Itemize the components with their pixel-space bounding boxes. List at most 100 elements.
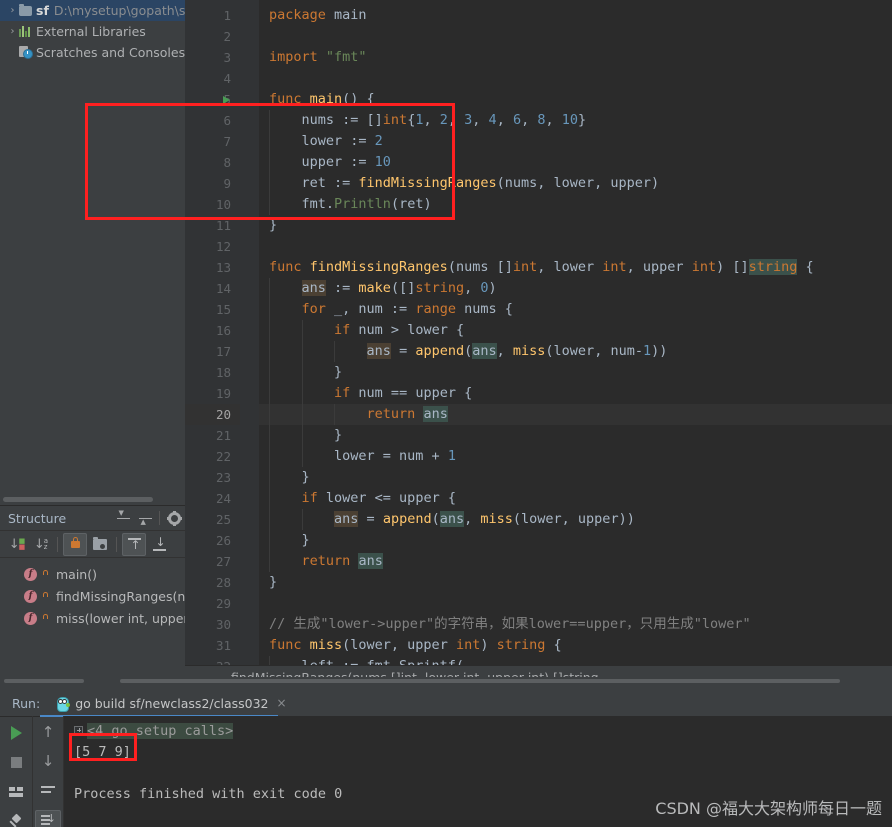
code-line[interactable]: func miss(lower, upper int) string { [259,635,892,656]
structure-horizontal-scrollbar[interactable] [4,679,84,683]
code-line[interactable]: nums := []int{1, 2, 3, 4, 6, 8, 10} [259,110,892,131]
code-line[interactable]: // 生成"lower->upper"的字符串，如果lower==upper，只… [259,614,892,635]
console-horizontal-scrollbar[interactable] [120,679,840,683]
show-non-public-icon[interactable] [63,532,87,556]
code-token: make [358,280,391,296]
show-anonymous-icon[interactable] [148,534,170,555]
editor-code-area[interactable]: package main import "fmt" func main() { nu… [259,0,892,665]
code-token: func [269,637,310,653]
sort-alphabetically-icon[interactable]: ↓ a z [30,534,52,555]
sort-by-visibility-icon[interactable]: ↓ ■ ■ [6,534,28,555]
expand-frames-icon[interactable] [74,725,83,735]
run-tab[interactable]: go build sf/newclass2/class032 × [50,691,292,716]
code-token: num > lower { [350,322,465,338]
code-line[interactable]: } [259,530,892,551]
chevron-right-icon[interactable]: › [6,26,19,37]
code-token: if [334,322,351,338]
code-line[interactable]: if num == upper { [259,383,892,404]
collapse-all-icon[interactable] [134,507,156,529]
editor-fold-strip[interactable] [240,0,309,665]
code-line[interactable]: } [259,572,892,593]
code-line[interactable] [259,68,892,89]
code-line[interactable] [259,26,892,47]
expand-all-icon[interactable] [112,507,134,529]
structure-item-main[interactable]: f main() [0,563,185,585]
code-token: lower := [269,133,375,149]
layout-icon[interactable] [4,782,28,804]
tree-item-project-root[interactable]: › sf D:\mysetup\gopath\s [0,0,185,21]
code-token: return [366,406,416,422]
code-token: ans [358,553,383,569]
line-number: 20 [215,407,231,422]
project-tree-horizontal-scrollbar[interactable] [3,497,153,502]
code-line[interactable]: } [259,425,892,446]
code-line[interactable]: func findMissingRanges(nums []int, lower… [259,257,892,278]
code-token: (lower, upper [342,637,456,653]
code-line[interactable] [259,593,892,614]
code-line[interactable]: left := fmt.Sprintf( [259,656,892,665]
pin-tab-icon[interactable] [4,811,28,827]
run-tab-bar: Run: go build sf/newclass2/class032 × [0,690,892,717]
structure-list: f main() f findMissingRanges(n f miss(lo… [0,558,185,629]
console-collapsed-frames-line[interactable]: <4 go setup calls> [74,721,892,742]
structure-item-miss[interactable]: f miss(lower int, upper [0,607,185,629]
code-line[interactable]: func main() { [259,89,892,110]
code-line[interactable]: ret := findMissingRanges(nums, lower, up… [259,173,892,194]
code-token: "fmt" [325,49,367,65]
code-token: ans [301,280,326,296]
code-token: string [496,637,546,653]
code-line[interactable]: fmt.Println(ret) [259,194,892,215]
code-line[interactable]: import "fmt" [259,47,892,68]
code-line[interactable]: if lower <= upper { [259,488,892,509]
code-token: { [797,259,814,275]
stop-icon[interactable] [4,752,28,774]
code-token: range [415,301,456,317]
scroll-to-end-icon[interactable] [35,809,61,827]
structure-item-findmissingranges[interactable]: f findMissingRanges(n [0,585,185,607]
code-token: nums := [] [269,112,383,128]
code-line[interactable]: } [259,215,892,236]
function-icon: f [24,589,37,603]
code-token: )) [651,343,668,359]
code-line[interactable] [259,236,892,257]
code-line[interactable]: return ans [259,551,892,572]
function-icon: f [24,611,37,625]
code-line[interactable]: lower = num + 1 [259,446,892,467]
run-gutter-icon[interactable] [223,89,233,110]
show-inherited-icon[interactable] [122,532,146,556]
run-label: Run: [12,695,41,711]
line-number: 2 [223,29,231,44]
code-line[interactable]: ans = append(ans, miss(lower, upper)) [259,509,892,530]
structure-item-label: main() [56,566,97,582]
settings-gear-icon[interactable] [163,507,185,529]
code-line[interactable]: ans := make([]string, 0) [259,278,892,299]
group-by-file-icon[interactable] [89,534,111,555]
soft-wrap-icon[interactable] [36,781,60,802]
tree-item-external-libraries[interactable]: › External Libraries [0,21,185,42]
structure-toolbar: ↓ ■ ■ ↓ a z [0,531,185,558]
code-line[interactable]: if num > lower { [259,320,892,341]
chevron-right-icon[interactable]: › [6,5,19,16]
code-editor[interactable]: 1 2 3 4 5 6 7 8 9 10 11 12 13 14 15 16 17 18 19 20 21 22 23 24 2… [185,0,892,665]
code-line[interactable]: lower := 2 [259,131,892,152]
code-token: } [578,112,587,128]
code-line[interactable]: package main [259,5,892,26]
code-token: 2 [439,112,448,128]
code-line[interactable]: return ans [259,404,892,425]
code-line[interactable]: ans = append(ans, miss(lower, num-1)) [259,341,892,362]
code-line[interactable]: upper := 10 [259,152,892,173]
line-number: 29 [215,596,231,611]
code-line[interactable]: } [259,362,892,383]
editor-gutter[interactable]: 1 2 3 4 5 6 7 8 9 10 11 12 13 14 15 16 17 18 19 20 21 22 23 24 2… [185,0,240,665]
code-line[interactable]: } [259,467,892,488]
tree-item-scratches-and-consoles[interactable]: Scratches and Consoles [0,42,185,63]
line-number: 8 [223,155,231,170]
down-arrow-icon[interactable]: ↓ [36,751,60,772]
rerun-play-icon[interactable] [4,722,28,744]
close-icon[interactable]: × [277,697,287,709]
code-line[interactable]: for _, num := range nums { [259,299,892,320]
code-token: , [521,112,538,128]
up-arrow-icon[interactable]: ↑ [36,722,60,743]
